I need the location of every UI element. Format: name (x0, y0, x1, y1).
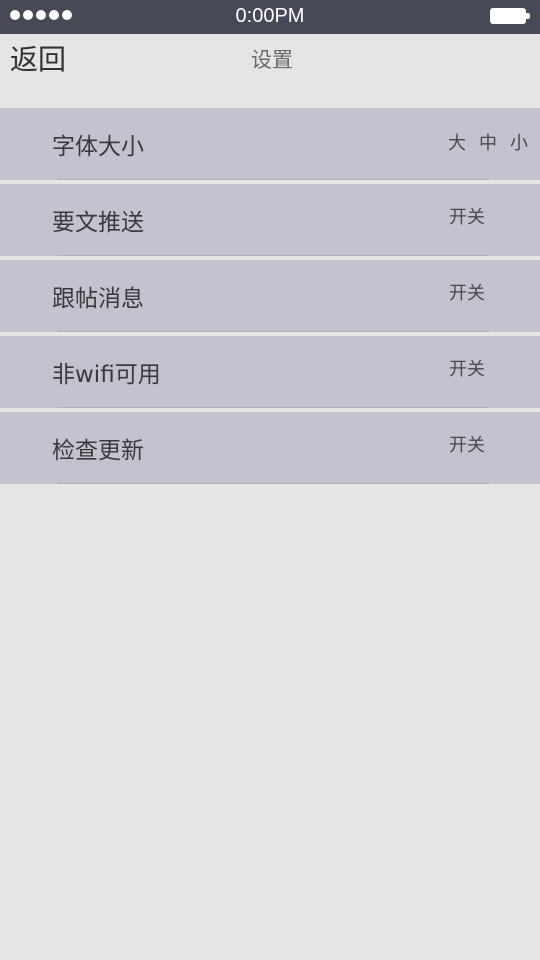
settings-row-non-wifi[interactable]: 非wifi可用 开关 (0, 336, 540, 408)
settings-row-font-size: 字体大小 大 中 小 (0, 108, 540, 180)
comment-messages-label: 跟帖消息 (52, 286, 144, 312)
row-divider (58, 255, 490, 256)
settings-row-push-news[interactable]: 要文推送 开关 (0, 184, 540, 256)
comment-messages-toggle[interactable]: 开关 (449, 282, 485, 306)
font-size-label: 字体大小 (52, 134, 144, 160)
check-update-toggle[interactable]: 开关 (449, 434, 485, 458)
check-update-label: 检查更新 (52, 438, 144, 464)
font-size-option-medium[interactable]: 中 (479, 132, 497, 156)
font-size-options: 大 中 小 (448, 132, 528, 156)
row-divider (58, 331, 490, 332)
push-news-label: 要文推送 (52, 210, 144, 236)
battery-icon (490, 8, 530, 24)
page-title: 设置 (251, 48, 293, 72)
status-time: 0:00PM (235, 5, 305, 27)
battery-body (490, 8, 526, 24)
row-divider (58, 179, 490, 180)
push-news-toggle[interactable]: 开关 (449, 206, 485, 230)
settings-row-comment-messages[interactable]: 跟帖消息 开关 (0, 260, 540, 332)
row-divider (58, 483, 490, 484)
non-wifi-toggle[interactable]: 开关 (449, 358, 485, 382)
settings-row-check-update[interactable]: 检查更新 开关 (0, 412, 540, 484)
row-divider (58, 407, 490, 408)
settings-list: 字体大小 大 中 小 要文推送 开关 跟帖消息 开关 非wifi可用 开关 检查… (0, 108, 540, 488)
font-size-option-small[interactable]: 小 (510, 132, 528, 156)
battery-tip (526, 13, 530, 19)
non-wifi-label: 非wifi可用 (52, 362, 161, 388)
status-bar: 0:00PM (0, 0, 540, 34)
font-size-option-large[interactable]: 大 (448, 132, 466, 156)
nav-bar: 返回 设置 (0, 34, 540, 108)
